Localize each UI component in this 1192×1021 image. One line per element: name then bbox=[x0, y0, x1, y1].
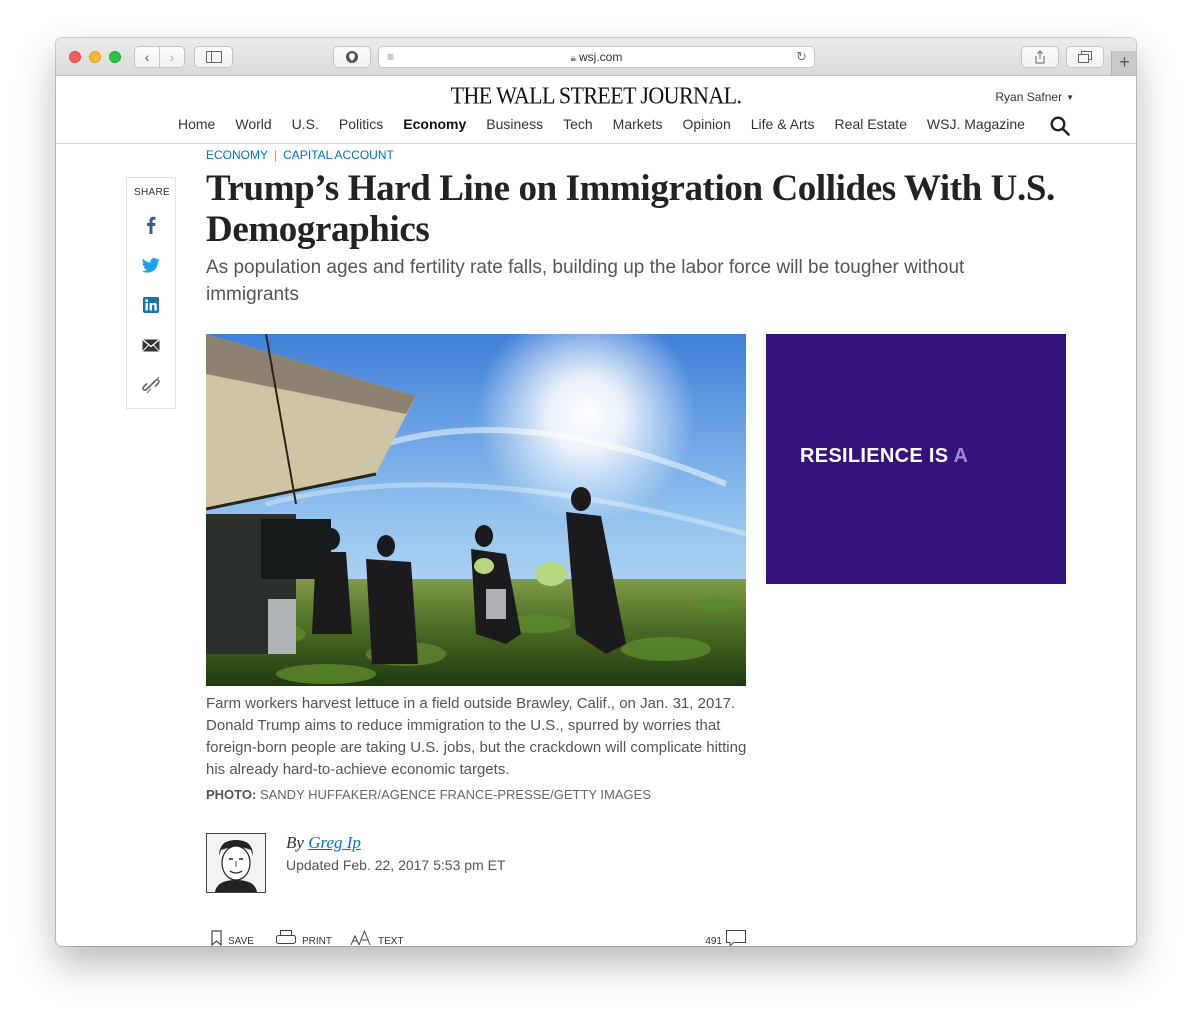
main-nav: Home World U.S. Politics Economy Business Tech… bbox=[178, 116, 1045, 132]
nav-item-economy[interactable]: Economy bbox=[403, 116, 466, 132]
credit-label: PHOTO: bbox=[206, 787, 257, 802]
nav-item-business[interactable]: Business bbox=[486, 116, 543, 132]
url-text: wsj.com bbox=[578, 50, 623, 64]
byline: By Greg Ip bbox=[286, 833, 361, 853]
byline-prefix: By bbox=[286, 833, 304, 852]
back-button[interactable]: ‹ bbox=[135, 47, 159, 67]
ad-text-faint: A bbox=[953, 445, 969, 467]
browser-window: ‹ › ≡ 🔒︎ wsj.com ↻ + THE WALL STREET JOUR… bbox=[56, 38, 1136, 946]
masthead: THE WALL STREET JOURNAL. Ryan Safner ▼ Ho… bbox=[56, 75, 1136, 144]
article-headline: Trump’s Hard Line on Immigration Collide… bbox=[206, 168, 1055, 250]
linkedin-icon[interactable] bbox=[141, 295, 161, 315]
facebook-icon[interactable] bbox=[141, 215, 161, 235]
comments-button[interactable]: 491 bbox=[705, 930, 746, 946]
text-size-icon bbox=[350, 930, 371, 946]
photo-credit: PHOTO: SANDY HUFFAKER/AGENCE FRANCE-PRES… bbox=[206, 787, 651, 802]
nav-item-life-arts[interactable]: Life & Arts bbox=[751, 116, 815, 132]
ad-text-main: RESILIENCE IS bbox=[800, 445, 949, 467]
zoom-window-button[interactable] bbox=[109, 51, 121, 63]
author-link[interactable]: Greg Ip bbox=[308, 833, 361, 852]
privacy-report-button[interactable] bbox=[333, 46, 371, 68]
updated-timestamp: Updated Feb. 22, 2017 5:53 pm ET bbox=[286, 857, 506, 873]
nav-item-markets[interactable]: Markets bbox=[613, 116, 663, 132]
share-sheet-button[interactable] bbox=[1021, 46, 1059, 68]
share-icon bbox=[1035, 50, 1045, 64]
tabs-icon bbox=[1078, 50, 1092, 63]
link-icon[interactable] bbox=[141, 375, 161, 395]
article-tools: SAVE PRINT TEXT 491 bbox=[206, 930, 746, 946]
comment-icon bbox=[726, 930, 746, 946]
history-nav: ‹ › bbox=[134, 46, 185, 68]
email-icon[interactable] bbox=[141, 335, 161, 355]
article-kicker: ECONOMY | CAPITAL ACCOUNT bbox=[206, 148, 394, 162]
browser-toolbar: ‹ › ≡ 🔒︎ wsj.com ↻ + bbox=[56, 38, 1136, 76]
share-label: SHARE bbox=[134, 187, 170, 198]
save-button[interactable]: SAVE bbox=[211, 930, 254, 946]
section-link[interactable]: ECONOMY bbox=[206, 148, 268, 162]
bookmark-icon bbox=[211, 930, 222, 946]
reload-icon[interactable]: ↻ bbox=[796, 49, 807, 65]
printer-icon bbox=[276, 930, 296, 944]
nav-item-tech[interactable]: Tech bbox=[563, 116, 593, 132]
farm-workers-photo bbox=[206, 334, 746, 686]
user-menu[interactable]: Ryan Safner ▼ bbox=[995, 90, 1074, 104]
address-bar[interactable]: ≡ 🔒︎ wsj.com ↻ bbox=[378, 46, 815, 68]
nav-item-world[interactable]: World bbox=[235, 116, 271, 132]
site-logo[interactable]: THE WALL STREET JOURNAL. bbox=[56, 82, 1136, 110]
sidebar-toggle-button[interactable] bbox=[194, 46, 233, 68]
sidebar-icon bbox=[205, 51, 222, 63]
nav-item-u-s[interactable]: U.S. bbox=[292, 116, 319, 132]
nav-item-real-estate[interactable]: Real Estate bbox=[835, 116, 907, 132]
nav-item-home[interactable]: Home bbox=[178, 116, 215, 132]
column-link[interactable]: CAPITAL ACCOUNT bbox=[283, 148, 394, 162]
comment-count: 491 bbox=[705, 936, 722, 946]
nav-item-wsj-magazine[interactable]: WSJ. Magazine bbox=[927, 116, 1025, 132]
lock-icon: 🔒︎ bbox=[570, 53, 576, 64]
photo-caption: Farm workers harvest lettuce in a field … bbox=[206, 695, 747, 778]
nav-item-opinion[interactable]: Opinion bbox=[682, 116, 730, 132]
tab-overview-button[interactable] bbox=[1066, 46, 1104, 68]
text-label: TEXT bbox=[378, 936, 404, 946]
save-label: SAVE bbox=[228, 936, 254, 946]
caret-down-icon: ▼ bbox=[1066, 93, 1074, 102]
nav-item-politics[interactable]: Politics bbox=[339, 116, 383, 132]
user-name: Ryan Safner bbox=[995, 90, 1063, 104]
print-label: PRINT bbox=[302, 936, 332, 946]
advertisement[interactable]: RESILIENCE IS A bbox=[766, 334, 1066, 584]
author-avatar[interactable] bbox=[206, 833, 266, 893]
share-rail: SHARE bbox=[126, 177, 176, 409]
close-window-button[interactable] bbox=[69, 51, 81, 63]
forward-button[interactable]: › bbox=[160, 47, 184, 67]
kicker-divider: | bbox=[274, 148, 278, 162]
ad-text: RESILIENCE IS A bbox=[800, 445, 968, 468]
shield-icon bbox=[346, 51, 358, 63]
twitter-icon[interactable] bbox=[141, 255, 161, 275]
print-button[interactable]: PRINT bbox=[276, 930, 332, 946]
hero-photo bbox=[206, 334, 746, 686]
new-tab-button[interactable]: + bbox=[1111, 51, 1136, 75]
credit-text: SANDY HUFFAKER/AGENCE FRANCE-PRESSE/GETT… bbox=[259, 787, 651, 802]
article-dek: As population ages and fertility rate fa… bbox=[206, 257, 965, 305]
text-size-button[interactable]: TEXT bbox=[350, 930, 404, 946]
minimize-window-button[interactable] bbox=[89, 51, 101, 63]
search-icon[interactable] bbox=[1050, 116, 1070, 136]
